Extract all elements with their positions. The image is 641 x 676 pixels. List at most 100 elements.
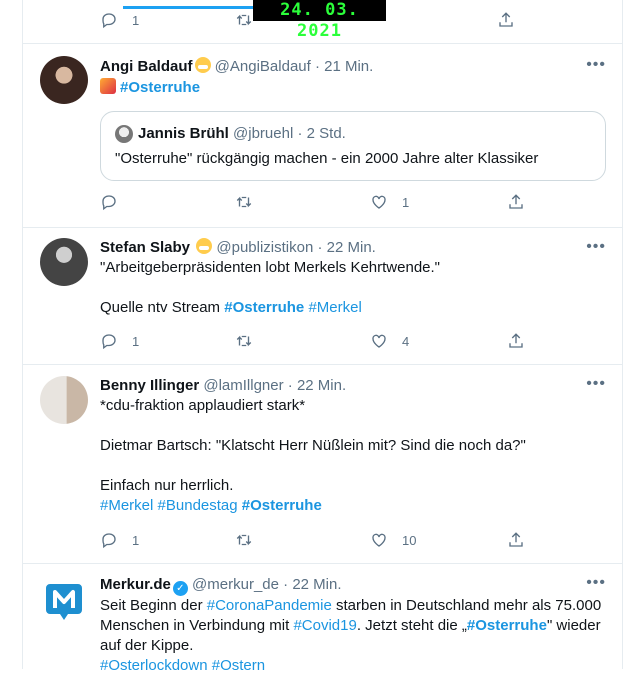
tweet-hashtags: #Osterlockdown #Ostern bbox=[100, 656, 606, 676]
tweet-header: Merkur.de ✓ @merkur_de · 22 Min. bbox=[100, 575, 606, 596]
date-stamp-overlay: 24. 03. 2021 bbox=[253, 0, 386, 41]
tweet[interactable]: ••• Merkur.de ✓ @merkur_de · 22 Min. Seit… bbox=[23, 564, 622, 674]
reply-button[interactable] bbox=[100, 192, 118, 212]
tweet-text: #Osterruhe bbox=[100, 78, 606, 98]
merkur-logo-icon bbox=[46, 584, 82, 620]
party-emoji-icon bbox=[100, 78, 116, 94]
heart-icon bbox=[372, 334, 386, 348]
tweet-time[interactable]: · 21 Min. bbox=[315, 58, 373, 75]
hashtag-link[interactable]: #Bundestag bbox=[158, 497, 238, 514]
share-button[interactable] bbox=[497, 10, 515, 30]
hashtag-link[interactable]: #Merkel bbox=[100, 497, 153, 514]
tweet-header: Stefan Slaby @publizistikon · 22 Min. bbox=[100, 238, 606, 258]
quote-header: Jannis Brühl @jbruehl · 2 Std. bbox=[138, 124, 346, 144]
hashtag-link[interactable]: #Merkel bbox=[308, 299, 361, 316]
like-button[interactable]: 10 bbox=[370, 530, 416, 550]
hashtag-link[interactable]: #Osterruhe bbox=[242, 497, 322, 514]
reply-button[interactable]: 1 bbox=[100, 331, 139, 351]
tweet-text-line: Seit Beginn der #CoronaPandemie starben … bbox=[100, 596, 606, 616]
user-handle[interactable]: @AngiBaldauf bbox=[215, 58, 311, 75]
retweet-icon bbox=[236, 335, 252, 347]
share-button[interactable] bbox=[507, 331, 525, 351]
hashtag-link[interactable]: #Covid19 bbox=[293, 617, 356, 634]
tweet-text-line: "Arbeitgeberpräsidenten lobt Merkels Keh… bbox=[100, 259, 441, 276]
quote-text: "Osterruhe" rückgängig machen - ein 2000… bbox=[115, 150, 539, 167]
reply-icon bbox=[102, 195, 116, 211]
verified-badge-icon: ✓ bbox=[172, 581, 188, 596]
avatar[interactable] bbox=[40, 376, 88, 424]
tweet-text-line: Menschen in Verbindung mit #Covid19. Jet… bbox=[100, 616, 606, 636]
hashtag-link[interactable]: #Osterlockdown bbox=[100, 657, 208, 674]
reply-button[interactable]: 1 bbox=[100, 10, 139, 30]
like-button[interactable]: 4 bbox=[370, 331, 409, 351]
hashtag-link[interactable]: #Osterruhe bbox=[224, 299, 304, 316]
hashtag-link[interactable]: #Osterruhe bbox=[120, 79, 200, 96]
text-fragment: Seit Beginn der bbox=[100, 597, 203, 614]
quote-time: · 2 Std. bbox=[297, 125, 346, 142]
tweet-text-line: *cdu-fraktion applaudiert stark* bbox=[100, 397, 306, 414]
share-button[interactable] bbox=[507, 192, 525, 212]
merkur-logo-avatar[interactable] bbox=[40, 576, 88, 624]
tweet-actions: 1 bbox=[100, 192, 540, 212]
display-name[interactable]: Benny Illinger bbox=[100, 377, 199, 394]
retweet-button[interactable] bbox=[235, 530, 253, 550]
reply-count: 1 bbox=[132, 333, 140, 349]
retweet-icon bbox=[236, 534, 252, 546]
user-handle[interactable]: @merkur_de bbox=[192, 576, 279, 593]
reply-icon bbox=[102, 13, 116, 29]
tweet-text-line: auf der Kippe. bbox=[100, 637, 194, 654]
tweet-hashtags: #Merkel #Bundestag #Osterruhe bbox=[100, 496, 606, 516]
timeline: 1 ••• Angi Baldauf @AngiBaldauf · 21 Min… bbox=[22, 0, 623, 674]
quote-display-name: Jannis Brühl bbox=[138, 125, 229, 142]
retweet-button[interactable] bbox=[235, 331, 253, 351]
share-icon bbox=[509, 333, 523, 348]
heart-icon bbox=[372, 533, 386, 547]
retweet-button[interactable] bbox=[235, 10, 253, 30]
tweet-actions: 1 10 bbox=[100, 530, 540, 550]
text-fragment: Quelle ntv Stream bbox=[100, 299, 221, 316]
heart-icon bbox=[372, 195, 386, 209]
share-icon bbox=[499, 12, 513, 27]
tweet-text-line: Quelle ntv Stream #Osterruhe #Merkel bbox=[100, 298, 606, 318]
share-icon bbox=[509, 532, 523, 547]
tweet[interactable]: ••• Stefan Slaby @publizistikon · 22 Min… bbox=[23, 228, 622, 365]
user-handle[interactable]: @publizistikon bbox=[216, 239, 313, 256]
tweet-time[interactable]: · 22 Min. bbox=[283, 576, 341, 593]
hashtag-link[interactable]: #CoronaPandemie bbox=[207, 597, 332, 614]
tweet[interactable]: ••• Angi Baldauf @AngiBaldauf · 21 Min. … bbox=[23, 44, 622, 228]
like-count: 10 bbox=[402, 532, 417, 548]
quoted-tweet[interactable]: Jannis Brühl @jbruehl · 2 Std. "Osterruh… bbox=[100, 111, 606, 181]
reply-count: 1 bbox=[132, 532, 140, 548]
text-fragment: . Jetzt steht die „ bbox=[356, 617, 467, 634]
reply-icon bbox=[102, 533, 116, 549]
share-button[interactable] bbox=[507, 530, 525, 550]
tweet-time[interactable]: · 22 Min. bbox=[317, 239, 375, 256]
like-count: 1 bbox=[402, 194, 410, 210]
retweet-icon bbox=[236, 14, 252, 26]
reply-icon bbox=[102, 334, 116, 350]
tweet-header: Benny Illinger @lamIllgner · 22 Min. bbox=[100, 376, 606, 396]
avatar[interactable] bbox=[40, 238, 88, 286]
tweet-header: Angi Baldauf @AngiBaldauf · 21 Min. bbox=[100, 57, 606, 77]
like-button[interactable]: 1 bbox=[370, 192, 409, 212]
progress-bar bbox=[123, 6, 253, 9]
hashtag-link[interactable]: #Osterruhe bbox=[467, 617, 547, 634]
display-name[interactable]: Merkur.de bbox=[100, 576, 171, 593]
display-name[interactable]: Angi Baldauf bbox=[100, 58, 193, 75]
tweet-time[interactable]: · 22 Min. bbox=[288, 377, 346, 394]
share-icon bbox=[509, 194, 523, 209]
mask-emoji-icon bbox=[194, 57, 211, 73]
text-fragment: Menschen in Verbindung mit bbox=[100, 617, 290, 634]
reply-button[interactable]: 1 bbox=[100, 530, 139, 550]
retweet-button[interactable] bbox=[235, 192, 253, 212]
user-handle[interactable]: @lamIllgner bbox=[203, 377, 283, 394]
tweet[interactable]: ••• Benny Illinger @lamIllgner · 22 Min.… bbox=[23, 365, 622, 564]
like-count: 4 bbox=[402, 333, 410, 349]
quote-avatar bbox=[115, 125, 133, 143]
hashtag-link[interactable]: #Ostern bbox=[212, 657, 265, 674]
display-name[interactable]: Stefan Slaby bbox=[100, 239, 190, 256]
tweet-actions: 1 4 bbox=[100, 331, 540, 351]
quote-handle: @jbruehl bbox=[233, 125, 294, 142]
retweet-icon bbox=[236, 196, 252, 208]
avatar[interactable] bbox=[40, 56, 88, 104]
